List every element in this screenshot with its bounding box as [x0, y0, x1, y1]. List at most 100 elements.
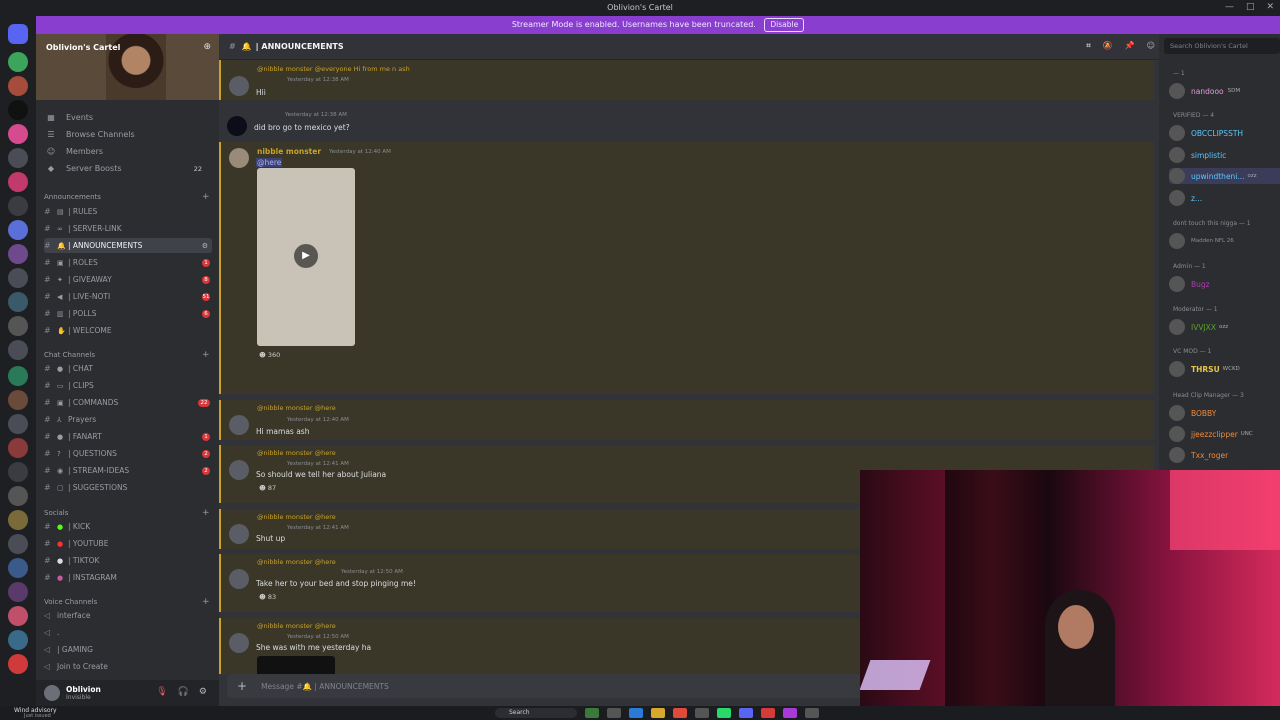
mention[interactable]: @here — [256, 158, 283, 167]
member[interactable]: jjeezzclipper UNC — [1169, 426, 1253, 442]
server-icon[interactable] — [8, 124, 28, 144]
member[interactable]: simplistic — [1169, 147, 1226, 163]
channel-giveaway[interactable]: # ✦ | GIVEAWAY 8 — [44, 272, 212, 287]
server-icon[interactable] — [8, 100, 28, 120]
reply-reference[interactable]: @nibble monster @here — [257, 449, 336, 457]
server-icon[interactable] — [8, 268, 28, 288]
author-name[interactable]: nibble monster — [257, 147, 321, 156]
server-icon[interactable] — [8, 390, 28, 410]
nav-server-boosts[interactable]: ◆ Server Boosts 22 — [44, 161, 212, 176]
channel-questions[interactable]: #? | QUESTIONS 2 — [44, 446, 212, 461]
channel-announcements[interactable]: # 🔔 | ANNOUNCEMENTS ⚙ — [44, 238, 212, 253]
disable-streamer-mode-button[interactable]: Disable — [764, 18, 805, 32]
image-attachment[interactable] — [257, 656, 335, 674]
nav-events[interactable]: ▦ Events — [44, 110, 93, 125]
channel-server-link[interactable]: # ∞ | SERVER-LINK — [44, 221, 212, 236]
member[interactable]: Txx_roger — [1169, 447, 1228, 463]
app-icon[interactable] — [607, 708, 621, 718]
avatar[interactable] — [229, 524, 249, 544]
create-channel-icon[interactable]: + — [202, 192, 210, 202]
server-icon[interactable] — [8, 654, 28, 674]
minimize-button[interactable]: — — [1225, 2, 1234, 12]
server-icon[interactable] — [8, 172, 28, 192]
channel-kick[interactable]: # ● | KICK — [44, 519, 212, 534]
category-voice[interactable]: Voice Channels + — [44, 597, 210, 607]
nav-browse-channels[interactable]: ☰ Browse Channels — [44, 127, 134, 142]
category-socials[interactable]: Socials + — [44, 508, 210, 518]
app-icon[interactable] — [695, 708, 709, 718]
server-icon[interactable] — [8, 558, 28, 578]
channel-tiktok[interactable]: # ● | TIKTOK — [44, 553, 212, 568]
avatar[interactable] — [229, 415, 249, 435]
avatar[interactable] — [229, 148, 249, 168]
channel-roles[interactable]: # ▣ | ROLES 1 — [44, 255, 212, 270]
nav-members[interactable]: ☺ Members — [44, 144, 103, 159]
avatar[interactable] — [229, 460, 249, 480]
add-attachment-icon[interactable]: + — [237, 679, 247, 693]
server-icon[interactable] — [8, 76, 28, 96]
channel-polls[interactable]: # ▥ | POLLS 6 — [44, 306, 212, 321]
message[interactable]: @nibble monster @here Yesterday at 12:40… — [219, 400, 1154, 440]
server-icon[interactable] — [8, 462, 28, 482]
channel-commands[interactable]: # ▣ | COMMANDS 22 — [44, 395, 212, 410]
app-icon[interactable] — [805, 708, 819, 718]
member-list-icon[interactable]: ☺ — [1147, 41, 1155, 51]
message[interactable]: Yesterday at 12:38 AM did bro go to mexi… — [219, 104, 1154, 140]
channel-rules[interactable]: # ▤ | RULES — [44, 204, 212, 219]
server-icon[interactable] — [8, 52, 28, 72]
voice-channel-interface[interactable]: ◁ interface — [44, 608, 212, 623]
server-icon[interactable] — [8, 534, 28, 554]
close-button[interactable]: ✕ — [1266, 2, 1274, 12]
server-name[interactable]: Oblivion's Cartel — [46, 43, 120, 52]
app-icon[interactable] — [585, 708, 599, 718]
avatar[interactable] — [227, 116, 247, 136]
discord-icon[interactable] — [739, 708, 753, 718]
server-icon[interactable] — [8, 316, 28, 336]
member[interactable]: z... — [1169, 190, 1202, 206]
chrome-icon[interactable] — [673, 708, 687, 718]
channel-clips[interactable]: # ▭ | CLIPS — [44, 378, 212, 393]
search-input[interactable]: Search Oblivion's Cartel — [1164, 38, 1280, 54]
member[interactable]: OBCCLIPSSTH — [1169, 125, 1243, 141]
member[interactable]: Bugz — [1169, 276, 1210, 292]
server-icon[interactable] — [8, 292, 28, 312]
username[interactable]: Oblivion — [66, 685, 101, 694]
server-icon[interactable] — [8, 366, 28, 386]
channel-chat[interactable]: # ● | CHAT — [44, 361, 212, 376]
reply-reference[interactable]: @nibble monster @here — [257, 558, 336, 566]
deafen-icon[interactable]: 🎧 — [178, 687, 189, 697]
category-chat[interactable]: Chat Channels + — [44, 350, 210, 360]
server-icon[interactable] — [8, 148, 28, 168]
threads-icon[interactable]: ⌗ — [1086, 41, 1091, 51]
avatar[interactable] — [44, 685, 60, 701]
pinned-messages-icon[interactable]: 📌 — [1125, 41, 1135, 51]
channel-suggestions[interactable]: # ▢ | SUGGESTIONS — [44, 480, 212, 495]
app-icon[interactable] — [761, 708, 775, 718]
avatar[interactable] — [229, 76, 249, 96]
channel-live-noti[interactable]: # ◀ | LIVE-NOTI 51 — [44, 289, 212, 304]
reply-reference[interactable]: @nibble monster @here — [257, 622, 336, 630]
channel-youtube[interactable]: # ● | YOUTUBE — [44, 536, 212, 551]
server-icon[interactable] — [8, 606, 28, 626]
reaction[interactable]: ☻ 360 — [259, 351, 280, 359]
server-icon[interactable] — [8, 438, 28, 458]
server-icon[interactable] — [8, 244, 28, 264]
voice-channel-dot[interactable]: ◁. — [44, 625, 212, 640]
voice-channel-gaming[interactable]: ◁ | GAMING — [44, 642, 212, 657]
server-header[interactable]: Oblivion's Cartel ⊕ — [36, 34, 219, 100]
channel-prayers[interactable]: # ⅄ Prayers — [44, 412, 212, 427]
server-icon[interactable] — [8, 196, 28, 216]
reaction[interactable]: ☻ 87 — [259, 484, 276, 492]
server-icon[interactable] — [8, 340, 28, 360]
avatar[interactable] — [229, 633, 249, 653]
channel-fanart[interactable]: # ● | FANART 1 — [44, 429, 212, 444]
add-member-icon[interactable]: ⊕ — [203, 42, 211, 52]
channel-stream-ideas[interactable]: # ◉ | STREAM-IDEAS 2 — [44, 463, 212, 478]
member[interactable]: Madden NFL 26 — [1169, 233, 1234, 249]
home-icon[interactable] — [8, 24, 28, 44]
member[interactable]: upwindtheni... ozz — [1169, 168, 1280, 184]
play-icon[interactable]: ▶ — [294, 244, 318, 268]
member[interactable]: nandooo SDM — [1169, 83, 1240, 99]
server-icon[interactable] — [8, 582, 28, 602]
server-icon[interactable] — [8, 630, 28, 650]
